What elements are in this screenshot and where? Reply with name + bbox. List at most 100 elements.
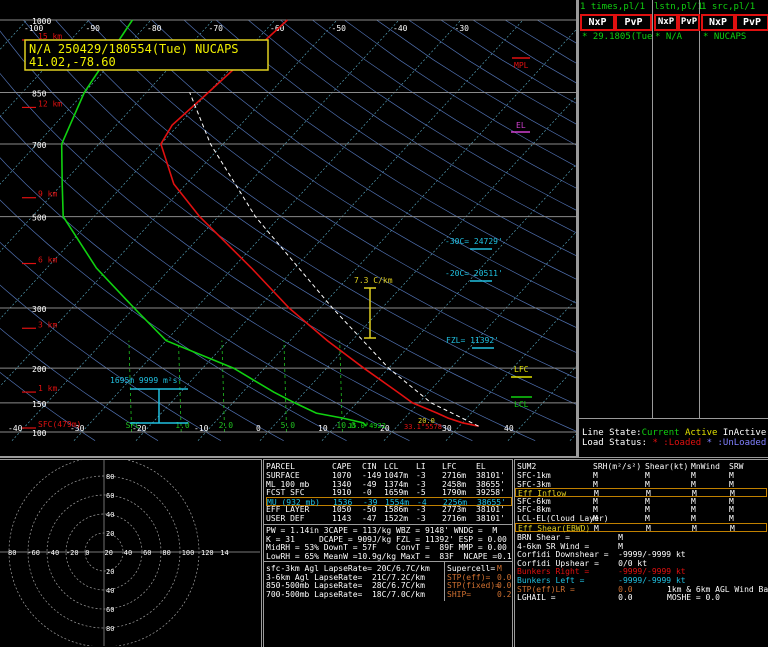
hodo-x-label: 100 [182, 549, 195, 557]
dry-adiabat [376, 19, 576, 146]
top-temp-label: -50 [332, 24, 347, 33]
top-temp-label: -40 [393, 24, 408, 33]
kinematic-cell: Eff Shear(EBWD) [518, 523, 591, 533]
moshe-value: MOSHE = 0.0 [667, 593, 720, 603]
loaded-legend: * :Loaded [652, 438, 702, 448]
hodo-ring-label: 80 [106, 473, 114, 481]
thermo-row: LowRH = 65% MeanW =10.9g/kg MaxT = 83F N… [266, 551, 513, 561]
col-divider-1 [652, 0, 653, 418]
param-cell: CAPE [332, 462, 352, 471]
lapse-row: 700-500mb LapseRate= 18C/7.0C/km [266, 589, 425, 599]
station-entry[interactable]: * N/A [655, 32, 682, 42]
stn-prev-button[interactable]: PvP [678, 14, 700, 31]
dry-adiabat [23, 19, 576, 405]
isotherm [445, 298, 576, 441]
param-cell: 2716m [442, 514, 467, 523]
bottom-temp-label: -40 [8, 424, 23, 433]
kinematic-row: Eff Shear(EBWD) M M M M [515, 522, 767, 533]
mixing-ratio-line [221, 340, 225, 433]
isotherm [383, 231, 576, 441]
hodo-ring-label: 80 [106, 625, 114, 633]
sfc-value-readout: 20.0 [418, 417, 435, 425]
dry-adiabat [0, 115, 473, 442]
hodograph-panel[interactable]: 80 60 40 20 20 40 60 80 80 -60 -40 -20 0 20 40 60 80 100 1… [0, 459, 262, 647]
lapse-rate-label: 7.3 C/km [354, 276, 393, 285]
mixing-ratio-line [128, 340, 132, 433]
composite-divider [444, 561, 445, 601]
title-line2: 41.02,-78.60 [29, 55, 116, 69]
bottom-temp-label: 10 [318, 424, 328, 433]
kinematic-cell: SUM2 [517, 462, 537, 471]
bottom-temp-label: 0 [256, 424, 261, 433]
bottom-temp-label: 30 [442, 424, 452, 433]
hodo-x-label: -20 [66, 549, 79, 557]
mixing-ratio-label: 5.0 [281, 421, 296, 430]
kinematic-params-panel: SUM2 SRH(m²/s²) Shear(kt) MnWind SRW SFC-1km M… [514, 459, 768, 647]
pressure-label: 200 [32, 365, 47, 374]
minus30-label: -30C= 24729' [445, 237, 503, 246]
hodo-x-label: -40 [47, 549, 60, 557]
src-header: 1 src,pl/1 [701, 2, 756, 12]
stn-header: lstn,pl/1 [654, 2, 703, 12]
param-cell: LCL [384, 462, 399, 471]
times-header: 1 times,pl/1 [580, 2, 646, 12]
hodo-ring-label: 60 [106, 606, 114, 614]
title-line1: N/A 250429/180554(Tue) NUCAPS [29, 42, 239, 56]
height-label: SFC(479m) [38, 420, 81, 429]
param-cell: LI [416, 462, 426, 471]
mixing-ratio-line [283, 340, 287, 433]
kinematic-cell: M [594, 523, 599, 533]
kinematic-cell: MnWind [691, 462, 720, 471]
el-label: EL [516, 121, 526, 130]
mixing-ratio-layer [128, 340, 343, 433]
sfc-dewpoint-readout: 15.0°4922 [348, 422, 386, 430]
bottom-temp-label: -10 [194, 424, 209, 433]
hodograph[interactable]: 80 60 40 20 20 40 60 80 80 -60 -40 -20 0 20 40 60 80 100 1… [0, 460, 260, 646]
hodo-x-label: 14 [220, 549, 228, 557]
times-next-button[interactable]: NxP [580, 14, 615, 31]
hodo-ring-label: 60 [106, 492, 114, 500]
dry-adiabat [0, 30, 576, 432]
param-cell: -3 [416, 514, 426, 523]
isotherm [321, 164, 576, 441]
hodo-ring-label: 40 [106, 511, 114, 519]
height-label: 9 km [38, 190, 57, 199]
kinematic-cell: M [692, 523, 697, 533]
lcl-label: LCL [514, 400, 529, 409]
param-cell: USER DEF [266, 514, 305, 523]
dry-adiabat [0, 371, 96, 441]
params-divider [264, 561, 512, 562]
composite-label: SHIP= [447, 589, 472, 599]
src-prev-button[interactable]: PvP [735, 14, 768, 31]
kinematic-cell: Shear(kt) [645, 462, 689, 471]
param-cell: 1143 [332, 514, 352, 523]
hodo-x-label: 120 [201, 549, 214, 557]
pressure-label: 150 [32, 400, 47, 409]
param-cell: EL [476, 462, 486, 471]
hodo-ring-label: 20 [106, 568, 114, 576]
pressure-label: 850 [32, 90, 47, 99]
line-state-inactive: InActive [722, 428, 767, 438]
load-status-label: Load Status: [582, 438, 648, 448]
height-label: 1 km [38, 384, 57, 393]
times-prev-button[interactable]: PvP [615, 14, 652, 31]
hodo-x-label: -60 [27, 549, 40, 557]
bottom-temp-label: 40 [504, 424, 514, 433]
hodo-x-label: 0 [85, 549, 89, 557]
stn-next-button[interactable]: NxP [654, 14, 678, 31]
hodo-ring-label: 40 [106, 587, 114, 595]
top-temp-label: -70 [209, 24, 224, 33]
kinematic-header: SUM2 SRH(m²/s²) Shear(kt) MnWind SRW [515, 462, 767, 471]
pressure-lines [0, 19, 576, 433]
skewt-panel[interactable]: 100 150 200 300 500 700 850 1000 -100 -90 -80 -70-… [0, 0, 578, 458]
parcel-trace [189, 92, 479, 427]
time-entry[interactable]: * 29.1805(Tue [582, 32, 652, 42]
skewt-diagram[interactable]: 1001502003005007008501000 -100 -90 -80 -70-… [0, 0, 576, 456]
height-label: 6 km [38, 256, 57, 265]
col-divider-2 [699, 0, 700, 418]
station-panel[interactable]: 1 times,pl/1 lstn,pl/1 1 src,pl/1 NxP Pv… [578, 0, 768, 458]
source-entry[interactable]: * NUCAPS [703, 32, 746, 42]
pressure-labels: 1001502003005007008501000 [32, 17, 51, 438]
src-next-button[interactable]: NxP [701, 14, 735, 31]
height-label: 12 km [38, 99, 62, 108]
